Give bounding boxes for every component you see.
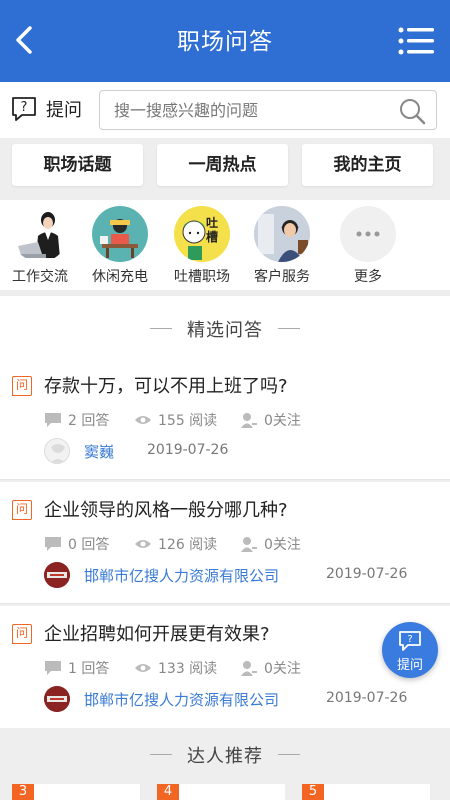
question-badge: 问: [12, 500, 32, 520]
question-title[interactable]: 存款十万，可以不用上班了吗?: [44, 372, 288, 398]
author-name[interactable]: 窦巍: [84, 441, 114, 462]
question-author: 窦巍 2019-07-26: [44, 438, 414, 466]
question-bubble-icon: ?: [399, 631, 421, 651]
category-label: 休闲充电: [92, 269, 148, 285]
follows-stat: 0关注: [240, 534, 301, 554]
expert-section-header: 达人推荐: [0, 728, 450, 780]
tab-weekly-hot[interactable]: 一周热点: [157, 144, 288, 186]
views-stat: 126 阅读: [134, 534, 217, 554]
avatar[interactable]: [44, 562, 70, 588]
views-stat: 133 阅读: [134, 658, 217, 678]
customer-service-headset-icon: [254, 206, 310, 262]
expert-section-title: 达人推荐: [187, 746, 263, 767]
question-item[interactable]: 问 企业领导的风格一般分哪几种? 0 回答 126 阅读 0关注 邯郸市亿搜人力…: [0, 482, 450, 604]
featured-section-header: 精选问答: [0, 296, 450, 360]
divider-line: [278, 328, 300, 329]
search-field[interactable]: [99, 90, 437, 130]
answers-count: 1 回答: [68, 661, 110, 677]
relax-desk-person-icon: [92, 206, 148, 262]
category-work-exchange[interactable]: 工作交流: [0, 206, 80, 286]
answers-count: 0 回答: [68, 537, 110, 553]
rank-badge: 4: [157, 784, 179, 800]
search-input[interactable]: [100, 91, 380, 129]
expert-card[interactable]: 3: [12, 784, 140, 800]
question-author: 邯郸市亿搜人力资源有限公司 2019-07-26: [44, 686, 414, 714]
search-icon[interactable]: [398, 97, 426, 125]
views-count: 133 阅读: [158, 661, 218, 677]
complain-person-icon: 吐槽: [174, 206, 230, 262]
floating-ask-label: 提问: [396, 658, 423, 673]
category-row: 工作交流 休闲充电 吐槽 吐槽职场 客户服务 更多: [0, 200, 450, 290]
follows-count: 0关注: [264, 661, 301, 677]
avatar[interactable]: [44, 686, 70, 712]
author-name[interactable]: 邯郸市亿搜人力资源有限公司: [84, 689, 279, 710]
author-name[interactable]: 邯郸市亿搜人力资源有限公司: [84, 565, 279, 586]
comment-icon: [45, 413, 61, 427]
question-author: 邯郸市亿搜人力资源有限公司 2019-07-26: [44, 562, 414, 590]
category-customer-service[interactable]: 客户服务: [242, 206, 322, 286]
follows-count: 0关注: [264, 413, 301, 429]
question-badge: 问: [12, 624, 32, 644]
rank-badge: 5: [302, 784, 324, 800]
topic-tabs: 职场话题 一周热点 我的主页: [0, 138, 450, 196]
comment-icon: [45, 537, 61, 551]
question-item[interactable]: 问 存款十万，可以不用上班了吗? 2 回答 155 阅读 0关注 窦巍 2019…: [0, 358, 450, 480]
post-date: 2019-07-26: [326, 690, 408, 706]
top-app-bar: 职场问答: [0, 0, 450, 82]
office-woman-laptop-icon: [12, 206, 68, 262]
category-complain[interactable]: 吐槽 吐槽职场: [162, 206, 242, 286]
more-dots-icon: [340, 206, 396, 262]
follows-stat: 0关注: [240, 410, 301, 430]
ask-label: 提问: [46, 100, 82, 121]
question-title[interactable]: 企业招聘如何开展更有效果?: [44, 620, 270, 646]
person-follow-icon: [241, 537, 257, 552]
person-follow-icon: [241, 661, 257, 676]
eye-icon: [135, 664, 151, 672]
category-label: 工作交流: [12, 269, 68, 285]
expert-card[interactable]: 4: [157, 784, 285, 800]
follows-stat: 0关注: [240, 658, 301, 678]
menu-list-icon[interactable]: [398, 26, 434, 56]
complain-badge-text: 吐槽: [205, 216, 218, 244]
ask-question-button[interactable]: ? 提问: [10, 94, 82, 124]
category-label: 客户服务: [254, 269, 310, 285]
category-more[interactable]: 更多: [328, 206, 408, 286]
svg-text:?: ?: [21, 100, 28, 115]
eye-icon: [135, 416, 151, 424]
post-date: 2019-07-26: [326, 566, 408, 582]
expert-card[interactable]: 5: [302, 784, 430, 800]
person-follow-icon: [241, 413, 257, 428]
views-count: 155 阅读: [158, 413, 218, 429]
answers-stat: 2 回答: [44, 410, 109, 430]
divider-line: [278, 754, 300, 755]
category-label: 更多: [354, 269, 382, 285]
featured-section-title: 精选问答: [187, 320, 263, 341]
answers-stat: 0 回答: [44, 534, 109, 554]
avatar[interactable]: [44, 438, 70, 464]
search-bar: ? 提问: [0, 82, 450, 138]
svg-text:?: ?: [407, 634, 412, 645]
tab-workplace-topics[interactable]: 职场话题: [12, 144, 143, 186]
eye-icon: [135, 540, 151, 548]
question-title[interactable]: 企业领导的风格一般分哪几种?: [44, 496, 288, 522]
category-leisure[interactable]: 休闲充电: [80, 206, 160, 286]
comment-icon: [45, 661, 61, 675]
answers-stat: 1 回答: [44, 658, 109, 678]
rank-badge: 3: [12, 784, 34, 800]
follows-count: 0关注: [264, 537, 301, 553]
floating-ask-button[interactable]: ? 提问: [382, 622, 438, 678]
question-bubble-icon: ?: [12, 97, 36, 121]
views-count: 126 阅读: [158, 537, 218, 553]
views-stat: 155 阅读: [134, 410, 217, 430]
post-date: 2019-07-26: [147, 442, 229, 458]
answers-count: 2 回答: [68, 413, 110, 429]
category-label: 吐槽职场: [174, 269, 230, 285]
expert-list: 3 4 5: [0, 780, 450, 800]
question-badge: 问: [12, 376, 32, 396]
page-title: 职场问答: [177, 29, 273, 55]
tab-my-homepage[interactable]: 我的主页: [302, 144, 433, 186]
